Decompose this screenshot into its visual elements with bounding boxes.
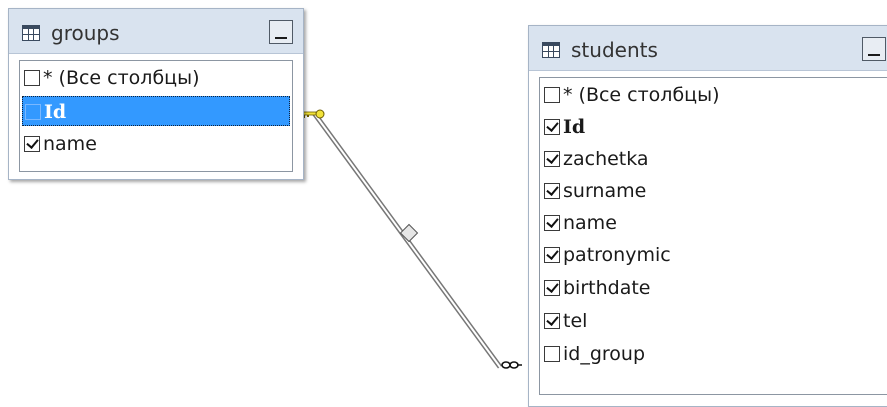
column-checkbox[interactable] (544, 151, 560, 167)
column-label: id_group (563, 343, 646, 365)
column-checkbox[interactable] (544, 313, 560, 329)
column-label: zachetka (563, 148, 649, 170)
students-table-title: students (571, 38, 658, 62)
infinity-icon (501, 361, 522, 369)
minimize-button[interactable] (862, 37, 886, 61)
key-icon (300, 109, 325, 119)
column-label: birthdate (563, 277, 651, 299)
column-checkbox[interactable] (24, 136, 40, 152)
groups-column-list[interactable]: * (Все столбцы) Id name (19, 60, 293, 172)
column-row-id-group[interactable]: id_group (542, 339, 887, 369)
column-row-id[interactable]: Id (542, 112, 887, 142)
table-icon (22, 25, 40, 41)
column-checkbox[interactable] (544, 215, 560, 231)
column-checkbox[interactable] (544, 247, 560, 263)
column-label: * (Все столбцы) (43, 67, 200, 89)
groups-table-title: groups (51, 21, 120, 45)
column-label: name (563, 212, 617, 234)
column-label: Id (44, 101, 67, 123)
relationship-midpoint-handle[interactable] (399, 223, 419, 243)
column-row-id[interactable]: Id (22, 96, 290, 126)
column-checkbox[interactable] (544, 183, 560, 199)
table-icon (542, 42, 560, 58)
column-checkbox[interactable] (25, 104, 41, 120)
groups-table-header[interactable]: groups (9, 9, 303, 54)
column-row-surname[interactable]: surname (542, 176, 887, 206)
column-label: * (Все столбцы) (563, 84, 720, 106)
column-label: surname (563, 180, 647, 202)
column-checkbox[interactable] (544, 346, 560, 362)
column-row-birthdate[interactable]: birthdate (542, 273, 887, 303)
column-label: patronymic (563, 244, 671, 266)
column-row-name[interactable]: name (542, 208, 887, 238)
column-label: Id (563, 116, 586, 138)
column-label: tel (563, 310, 588, 332)
column-row-tel[interactable]: tel (542, 306, 887, 336)
column-checkbox[interactable] (544, 119, 560, 135)
column-row-zachetka[interactable]: zachetka (542, 144, 887, 174)
column-row-all[interactable]: * (Все столбцы) (22, 63, 290, 93)
students-column-list[interactable]: * (Все столбцы) Id zachetka surname name… (539, 77, 887, 395)
students-table-header[interactable]: students (529, 26, 887, 71)
column-row-name[interactable]: name (22, 129, 290, 159)
column-label: name (43, 133, 97, 155)
groups-table[interactable]: groups * (Все столбцы) Id name (8, 8, 304, 180)
column-row-patronymic[interactable]: patronymic (542, 240, 887, 270)
column-row-all[interactable]: * (Все столбцы) (542, 80, 887, 110)
minimize-button[interactable] (269, 20, 293, 44)
column-checkbox[interactable] (544, 280, 560, 296)
column-checkbox[interactable] (544, 87, 560, 103)
students-table[interactable]: students * (Все столбцы) Id zachetka sur… (528, 25, 887, 407)
column-checkbox[interactable] (24, 70, 40, 86)
